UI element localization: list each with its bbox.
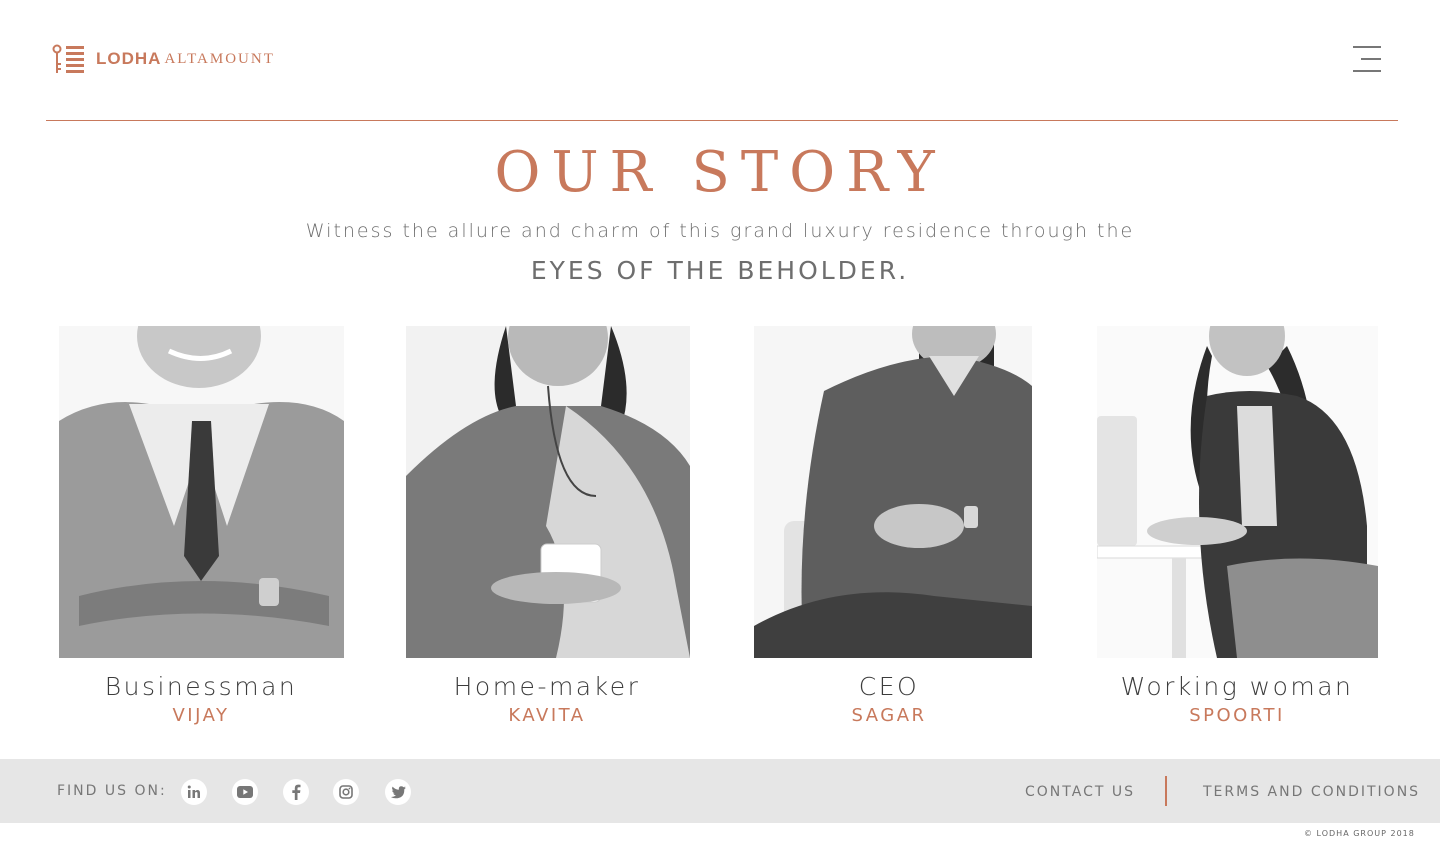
terms-link[interactable]: TERMS AND CONDITIONS [1203,784,1420,800]
page-title: OUR STORY [494,140,946,205]
contact-us-link[interactable]: CONTACT US [1025,784,1135,800]
person-photo [59,326,344,658]
person-name: SPOORTI [1189,705,1285,726]
brand-name: LODHA [96,49,162,68]
footer-divider [1165,776,1167,806]
person-role: Home-maker [453,672,641,701]
youtube-icon[interactable] [232,779,258,805]
find-us-label: FIND US ON: [57,783,167,799]
person-role: Businessman [104,672,298,701]
person-name: SAGAR [851,705,927,726]
hamburger-menu-icon[interactable] [1353,46,1381,73]
person-role: Working woman [1120,672,1354,701]
person-name: VIJAY [172,705,230,726]
facebook-icon[interactable] [283,779,309,805]
person-name: KAVITA [508,705,586,726]
person-photo [406,326,690,658]
copyright-text: © LODHA GROUP 2018 [1304,829,1415,838]
key-logo-icon [52,44,84,73]
brand-logo[interactable]: LODHA ALTAMOUNT [52,44,275,74]
person-photo [1097,326,1378,658]
footer-bar: FIND US ON: CONTACT US TERMS AND CONDITI… [0,759,1440,823]
page-tagline: EYES OF THE BEHOLDER. [530,256,910,285]
twitter-icon[interactable] [385,779,411,805]
person-photo [754,326,1032,658]
header-divider [46,120,1398,121]
instagram-icon[interactable] [333,779,359,805]
page-subtitle: Witness the allure and charm of this gra… [305,220,1135,242]
linkedin-icon[interactable] [181,779,207,805]
person-role: CEO [858,672,920,701]
brand-project: ALTAMOUNT [164,50,275,67]
